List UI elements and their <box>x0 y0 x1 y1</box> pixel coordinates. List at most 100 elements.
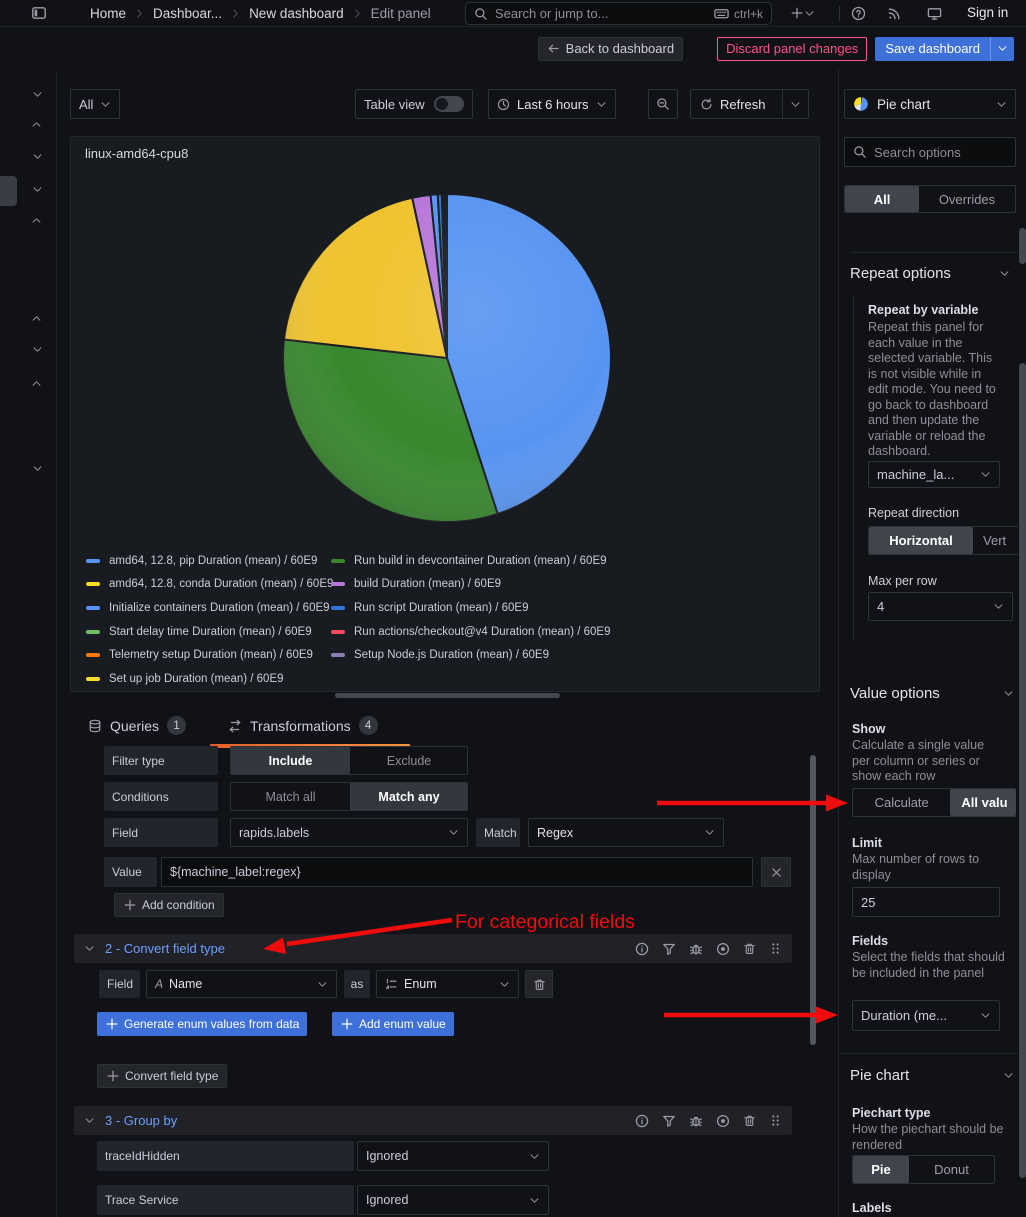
horizontal-option[interactable]: Horizontal <box>869 527 973 554</box>
add-enum-value-button[interactable]: Add enum value <box>332 1012 454 1036</box>
time-range-picker[interactable]: Last 6 hours <box>488 89 616 119</box>
legend-item[interactable]: amd64, 12.8, conda Duration (mean) / 60E… <box>86 573 331 597</box>
legend-item[interactable]: Initialize containers Duration (mean) / … <box>86 596 331 620</box>
rail-chevron-up-icon[interactable] <box>30 118 44 132</box>
breadcrumb-new-dashboard[interactable]: New dashboard <box>249 6 344 21</box>
chevron-down-icon[interactable] <box>84 1115 95 1126</box>
tab-transformations[interactable]: Transformations 4 <box>228 716 378 735</box>
info-icon[interactable] <box>635 1114 649 1128</box>
add-convert-field-type-button[interactable]: Convert field type <box>97 1064 227 1088</box>
vertical-option[interactable]: Vert <box>973 527 1018 554</box>
info-icon[interactable] <box>635 942 649 956</box>
transformation-2-title[interactable]: 2 - Convert field type <box>105 941 625 956</box>
all-values-option[interactable]: All valu <box>950 789 1016 816</box>
pie-option[interactable]: Pie <box>853 1156 909 1183</box>
match-any-option[interactable]: Match any <box>350 783 468 810</box>
help-button[interactable] <box>845 2 871 24</box>
scope-all-option[interactable]: All <box>845 186 919 212</box>
legend-item[interactable]: Run build in devcontainer Duration (mean… <box>331 549 576 573</box>
toggle-switch[interactable] <box>434 96 464 112</box>
group-by-mode-select[interactable]: Ignored <box>357 1141 549 1171</box>
transformation-3-title[interactable]: 3 - Group by <box>105 1113 625 1128</box>
news-button[interactable] <box>881 2 907 24</box>
rail-chevron-down-icon[interactable] <box>30 342 44 356</box>
legend-item[interactable]: Run script Duration (mean) / 60E9 <box>331 596 576 620</box>
legend-item[interactable]: Run actions/checkout@v4 Duration (mean) … <box>331 620 576 644</box>
value-input[interactable]: ${machine_label:regex} <box>161 857 753 887</box>
rail-chevron-down-icon[interactable] <box>30 149 44 163</box>
transformations-scrollbar[interactable] <box>810 755 816 1045</box>
match-select[interactable]: Regex <box>528 818 724 847</box>
rail-chevron-down-icon[interactable] <box>30 182 44 196</box>
save-dashboard-caret[interactable] <box>990 37 1014 61</box>
tab-queries[interactable]: Queries 1 <box>88 716 186 735</box>
field-select[interactable]: rapids.labels <box>230 818 468 847</box>
legend-item[interactable]: build Duration (mean) / 60E9 <box>331 573 576 597</box>
save-dashboard-button[interactable]: Save dashboard <box>875 37 1014 61</box>
repeat-variable-select[interactable]: machine_la... <box>868 461 1000 488</box>
generate-enum-button[interactable]: Generate enum values from data <box>97 1012 307 1036</box>
rail-chevron-up-icon[interactable] <box>30 214 44 228</box>
legend-item[interactable]: Telemetry setup Duration (mean) / 60E9 <box>86 643 331 667</box>
drag-handle-icon[interactable] <box>769 942 782 956</box>
active-nav-item[interactable] <box>0 176 17 206</box>
legend-item[interactable]: Set up job Duration (mean) / 60E9 <box>86 667 331 691</box>
exclude-option[interactable]: Exclude <box>350 747 468 774</box>
rail-chevron-down-icon[interactable] <box>30 461 44 475</box>
limit-input[interactable]: 25 <box>852 887 1000 917</box>
filter-icon[interactable] <box>662 942 676 956</box>
search-input[interactable]: Search or jump to... ctrl+k <box>465 2 772 25</box>
trash-icon[interactable] <box>743 942 756 956</box>
debug-icon[interactable] <box>689 1114 703 1128</box>
variable-dropdown[interactable]: All <box>70 89 120 119</box>
discard-panel-changes-button[interactable]: Discard panel changes <box>717 37 867 61</box>
chevron-down-icon[interactable] <box>84 943 95 954</box>
rail-chevron-down-icon[interactable] <box>30 87 44 101</box>
search-options-input[interactable]: Search options <box>844 137 1016 167</box>
pane-resize-handle[interactable] <box>335 693 560 698</box>
refresh-interval-caret[interactable] <box>782 90 808 118</box>
group-by-mode-select[interactable]: Ignored <box>357 1185 549 1215</box>
include-option[interactable]: Include <box>231 747 350 774</box>
remove-condition-button[interactable] <box>761 857 791 887</box>
panel-title[interactable]: linux-amd64-cpu8 <box>85 146 188 161</box>
tv-mode-button[interactable] <box>921 2 947 24</box>
visualization-picker[interactable]: Pie chart <box>844 89 1016 119</box>
fields-select[interactable]: Duration (me... <box>852 1000 1000 1031</box>
add-condition-button[interactable]: Add condition <box>114 893 224 917</box>
filter-icon[interactable] <box>662 1114 676 1128</box>
debug-icon[interactable] <box>689 942 703 956</box>
scrollbar-thumb[interactable] <box>1019 228 1026 264</box>
table-view-toggle[interactable]: Table view <box>355 89 473 119</box>
donut-option[interactable]: Donut <box>909 1156 994 1183</box>
max-per-row-select[interactable]: 4 <box>868 592 1013 621</box>
refresh-button[interactable]: Refresh <box>690 89 809 119</box>
pie-slice[interactable]: Set up job Duration (mean) / 60E9: 0.1 <box>446 194 447 358</box>
legend-item[interactable]: Start delay time Duration (mean) / 60E9 <box>86 620 331 644</box>
eye-icon[interactable] <box>716 942 730 956</box>
add-new-button[interactable] <box>783 2 821 24</box>
back-to-dashboard-button[interactable]: Back to dashboard <box>538 37 683 61</box>
options-scrollbar[interactable] <box>1019 363 1026 1178</box>
calculate-option[interactable]: Calculate <box>853 789 950 816</box>
trash-icon[interactable] <box>743 1114 756 1128</box>
convert-type-select[interactable]: Enum <box>376 970 519 998</box>
section-value-options[interactable]: Value options <box>850 685 1014 702</box>
section-repeat-options[interactable]: Repeat options <box>850 265 1010 282</box>
drag-handle-icon[interactable] <box>769 1114 782 1128</box>
eye-icon[interactable] <box>716 1114 730 1128</box>
breadcrumb-home[interactable]: Home <box>90 6 126 21</box>
scope-overrides-option[interactable]: Overrides <box>919 186 1015 212</box>
delete-conversion-button[interactable] <box>525 970 553 998</box>
convert-field-select[interactable]: A Name <box>146 970 337 998</box>
breadcrumb-dashboard[interactable]: Dashboar... <box>153 6 222 21</box>
pie-chart[interactable]: amd64, 12.8, pip Duration (mean) / 60E9:… <box>281 192 613 524</box>
dock-menu-icon[interactable] <box>26 2 52 24</box>
section-pie-chart[interactable]: Pie chart <box>850 1067 1014 1084</box>
match-all-option[interactable]: Match all <box>231 783 350 810</box>
legend-item[interactable]: Setup Node.js Duration (mean) / 60E9 <box>331 643 576 667</box>
legend-item[interactable]: amd64, 12.8, pip Duration (mean) / 60E9 <box>86 549 331 573</box>
rail-chevron-up-icon[interactable] <box>30 312 44 326</box>
sign-in-link[interactable]: Sign in <box>967 5 1008 20</box>
zoom-out-time-button[interactable] <box>648 89 678 119</box>
